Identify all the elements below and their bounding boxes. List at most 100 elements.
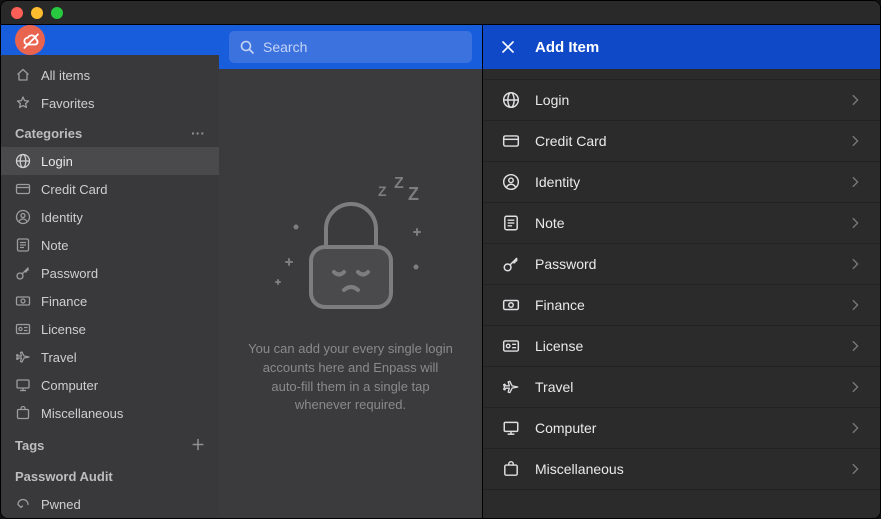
chevron-right-icon — [848, 134, 862, 148]
toolbar — [219, 25, 482, 69]
sidebar-item-pwned[interactable]: Pwned — [1, 490, 219, 518]
finance-icon — [501, 295, 521, 315]
sidebar-item-misc[interactable]: Miscellaneous — [1, 399, 219, 427]
sidebar-item-label: Favorites — [41, 96, 94, 111]
panel-close-button[interactable] — [499, 38, 517, 56]
panel-item-label: Finance — [535, 297, 585, 313]
add-item-finance[interactable]: Finance — [483, 285, 880, 326]
chevron-right-icon — [848, 216, 862, 230]
license-icon — [501, 336, 521, 356]
panel-item-label: Identity — [535, 174, 580, 190]
sidebar-item-finance[interactable]: Finance — [1, 287, 219, 315]
sidebar-item-label: Identity — [41, 210, 83, 225]
chevron-right-icon — [848, 93, 862, 107]
add-item-password[interactable]: Password — [483, 244, 880, 285]
add-item-note[interactable]: Note — [483, 203, 880, 244]
panel-header: Add Item — [483, 25, 880, 69]
card-icon — [15, 181, 31, 197]
chevron-right-icon — [848, 380, 862, 394]
window-close-button[interactable] — [11, 7, 23, 19]
globe-icon — [15, 153, 31, 169]
sidebar-header — [1, 25, 219, 55]
sidebar-item-travel[interactable]: Travel — [1, 343, 219, 371]
computer-icon — [501, 418, 521, 438]
sidebar-item-identity[interactable]: Identity — [1, 203, 219, 231]
chevron-right-icon — [848, 257, 862, 271]
add-item-travel[interactable]: Travel — [483, 367, 880, 408]
note-icon — [501, 213, 521, 233]
sidebar-item-label: All items — [41, 68, 90, 83]
svg-text:Z: Z — [408, 184, 419, 204]
add-item-license[interactable]: License — [483, 326, 880, 367]
identity-icon — [15, 209, 31, 225]
chevron-right-icon — [848, 339, 862, 353]
sync-status-icon[interactable] — [15, 25, 45, 55]
panel-title: Add Item — [535, 39, 599, 56]
globe-icon — [501, 90, 521, 110]
sidebar-item-label: Password — [41, 266, 98, 281]
sidebar-item-login[interactable]: Login — [1, 147, 219, 175]
chevron-right-icon — [848, 298, 862, 312]
app-window: All items Favorites Categories ··· Login… — [0, 0, 881, 519]
sidebar-item-license[interactable]: License — [1, 315, 219, 343]
add-item-login[interactable]: Login — [483, 79, 880, 121]
panel-item-label: Login — [535, 92, 569, 108]
note-icon — [15, 237, 31, 253]
pwned-icon — [15, 496, 31, 512]
sidebar-item-favorites[interactable]: Favorites — [1, 89, 219, 117]
titlebar — [1, 1, 880, 25]
sleeping-lock-icon: Z Z Z — [266, 172, 436, 322]
sidebar-item-label: Computer — [41, 378, 98, 393]
sidebar-item-computer[interactable]: Computer — [1, 371, 219, 399]
empty-state: Z Z Z You can add your every single logi… — [219, 69, 482, 518]
sidebar-item-label: Miscellaneous — [41, 406, 123, 421]
search-input[interactable] — [263, 39, 462, 55]
key-icon — [15, 265, 31, 281]
sidebar-item-label: Pwned — [41, 497, 81, 512]
window-maximize-button[interactable] — [51, 7, 63, 19]
sidebar-header-audit: Password Audit — [1, 461, 219, 490]
panel-item-label: Credit Card — [535, 133, 607, 149]
star-icon — [15, 95, 31, 111]
empty-state-message: You can add your every single login acco… — [247, 340, 454, 415]
sidebar-item-password[interactable]: Password — [1, 259, 219, 287]
license-icon — [15, 321, 31, 337]
sidebar-item-label: Credit Card — [41, 182, 107, 197]
sidebar-item-note[interactable]: Note — [1, 231, 219, 259]
home-icon — [15, 67, 31, 83]
add-item-credit-card[interactable]: Credit Card — [483, 121, 880, 162]
item-list-pane: Z Z Z You can add your every single logi… — [219, 25, 482, 518]
sidebar-item-label: Note — [41, 238, 68, 253]
computer-icon — [15, 377, 31, 393]
sidebar-item-all-items[interactable]: All items — [1, 61, 219, 89]
panel-list: Login Credit Card Identity Note — [483, 69, 880, 518]
search-icon — [239, 39, 255, 55]
panel-item-label: Note — [535, 215, 565, 231]
svg-text:Z: Z — [378, 183, 387, 199]
categories-more-icon[interactable]: ··· — [191, 125, 205, 141]
sidebar-item-label: License — [41, 322, 86, 337]
add-item-panel: Add Item Login Credit Card Identity — [482, 25, 880, 518]
add-item-identity[interactable]: Identity — [483, 162, 880, 203]
add-item-computer[interactable]: Computer — [483, 408, 880, 449]
sidebar-item-label: Finance — [41, 294, 87, 309]
sidebar-header-tags: Tags ＋ — [1, 427, 219, 461]
sidebar-item-label: Login — [41, 154, 73, 169]
finance-icon — [15, 293, 31, 309]
sidebar: All items Favorites Categories ··· Login… — [1, 25, 219, 518]
key-icon — [501, 254, 521, 274]
search-field[interactable] — [229, 31, 472, 63]
add-item-misc[interactable]: Miscellaneous — [483, 449, 880, 490]
card-icon — [501, 131, 521, 151]
chevron-right-icon — [848, 462, 862, 476]
panel-item-label: Miscellaneous — [535, 461, 624, 477]
add-tag-icon[interactable]: ＋ — [191, 435, 205, 455]
sidebar-header-categories: Categories ··· — [1, 117, 219, 147]
window-minimize-button[interactable] — [31, 7, 43, 19]
chevron-right-icon — [848, 175, 862, 189]
panel-item-label: Password — [535, 256, 596, 272]
sidebar-item-credit-card[interactable]: Credit Card — [1, 175, 219, 203]
identity-icon — [501, 172, 521, 192]
svg-text:Z: Z — [394, 175, 404, 192]
briefcase-icon — [15, 405, 31, 421]
